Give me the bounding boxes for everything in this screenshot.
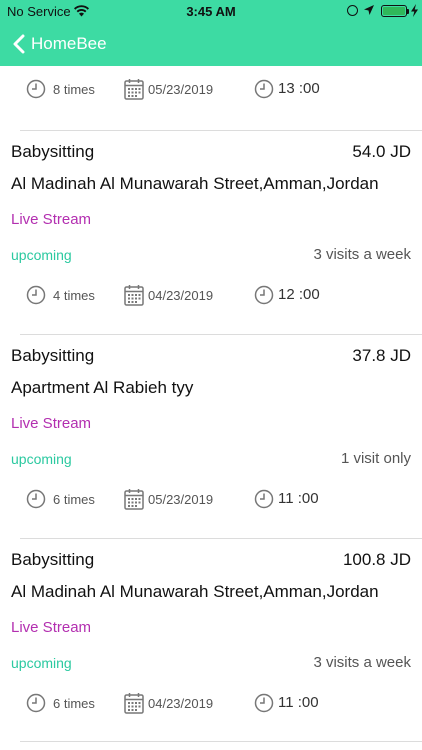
navigation-bar: HomeBee: [0, 22, 422, 66]
calendar-icon: [124, 285, 144, 306]
booking-date: 04/23/2019: [148, 696, 214, 711]
clock-label: 3:45 AM: [186, 4, 236, 19]
time-icon: [254, 489, 274, 509]
battery-icon: [381, 5, 407, 17]
booking-card[interactable]: Babysitting 54.0 JD Al Madinah Al Munawa…: [0, 130, 422, 334]
booking-date: 04/23/2019: [148, 288, 214, 303]
rotation-lock-icon: [347, 5, 358, 16]
location-arrow-icon: [364, 5, 374, 15]
service-price: 37.8 JD: [352, 346, 411, 365]
booking-hour: 11 :00: [278, 490, 319, 507]
times-count: 6 times: [53, 492, 95, 507]
booking-status: upcoming: [11, 247, 72, 263]
booking-date: 05/23/2019: [148, 492, 214, 507]
calendar-icon: [124, 489, 144, 510]
visit-frequency: 1 visit only: [340, 450, 411, 467]
booking-hour: 13 :00: [278, 80, 320, 97]
time-icon: [254, 693, 274, 713]
live-stream-link[interactable]: Live Stream: [11, 415, 91, 432]
service-name: Babysitting: [11, 550, 95, 569]
booking-meta: 6 times 05/23/2019 11 :00: [0, 487, 422, 513]
partial-booking-meta: 8 times 05/23/2019 13 :00: [0, 77, 422, 103]
booking-hour: 12 :00: [278, 286, 320, 303]
app-header: No Service 3:45 AM HomeBee: [0, 0, 422, 66]
battery-tip: [407, 9, 409, 14]
booking-status: upcoming: [11, 451, 72, 467]
booking-address: Al Madinah Al Munawarah Street,Amman,Jor…: [11, 582, 379, 601]
clock-icon: [26, 693, 46, 713]
service-price: 54.0 JD: [352, 142, 411, 161]
visit-frequency: 3 visits a week: [313, 654, 411, 671]
service-name: Babysitting: [11, 346, 95, 365]
booking-hour: 11 :00: [278, 694, 319, 711]
booking-date: 05/23/2019: [148, 82, 214, 97]
times-count: 4 times: [53, 288, 95, 303]
service-price: 100.8 JD: [342, 550, 411, 569]
clock-icon: [26, 79, 46, 99]
visit-frequency: 3 visits a week: [313, 246, 411, 263]
times-count: 6 times: [53, 696, 95, 711]
service-name: Babysitting: [11, 142, 95, 161]
calendar-icon: [124, 693, 144, 714]
divider: [20, 130, 422, 131]
divider: [20, 741, 422, 742]
time-icon: [254, 285, 274, 305]
divider: [20, 334, 422, 335]
live-stream-link[interactable]: Live Stream: [11, 619, 91, 636]
booking-address: Apartment Al Rabieh tyy: [11, 378, 194, 397]
live-stream-link[interactable]: Live Stream: [11, 211, 91, 228]
booking-status: upcoming: [11, 655, 72, 671]
times-count: 8 times: [53, 82, 95, 97]
clock-icon: [26, 489, 46, 509]
booking-meta: 4 times 04/23/2019 12 :00: [0, 283, 422, 309]
clock-icon: [26, 285, 46, 305]
back-button-title[interactable]: HomeBee: [31, 34, 107, 54]
booking-address: Al Madinah Al Munawarah Street,Amman,Jor…: [11, 174, 379, 193]
time-icon: [254, 79, 274, 99]
divider: [20, 538, 422, 539]
chevron-left-icon[interactable]: [12, 34, 26, 54]
booking-card[interactable]: Babysitting 37.8 JD Apartment Al Rabieh …: [0, 334, 422, 538]
booking-meta: 6 times 04/23/2019 11 :00: [0, 691, 422, 717]
booking-card[interactable]: Babysitting 100.8 JD Al Madinah Al Munaw…: [0, 538, 422, 742]
calendar-icon: [124, 79, 144, 100]
charging-bolt-icon: [411, 4, 418, 17]
status-bar: No Service 3:45 AM: [0, 0, 422, 22]
